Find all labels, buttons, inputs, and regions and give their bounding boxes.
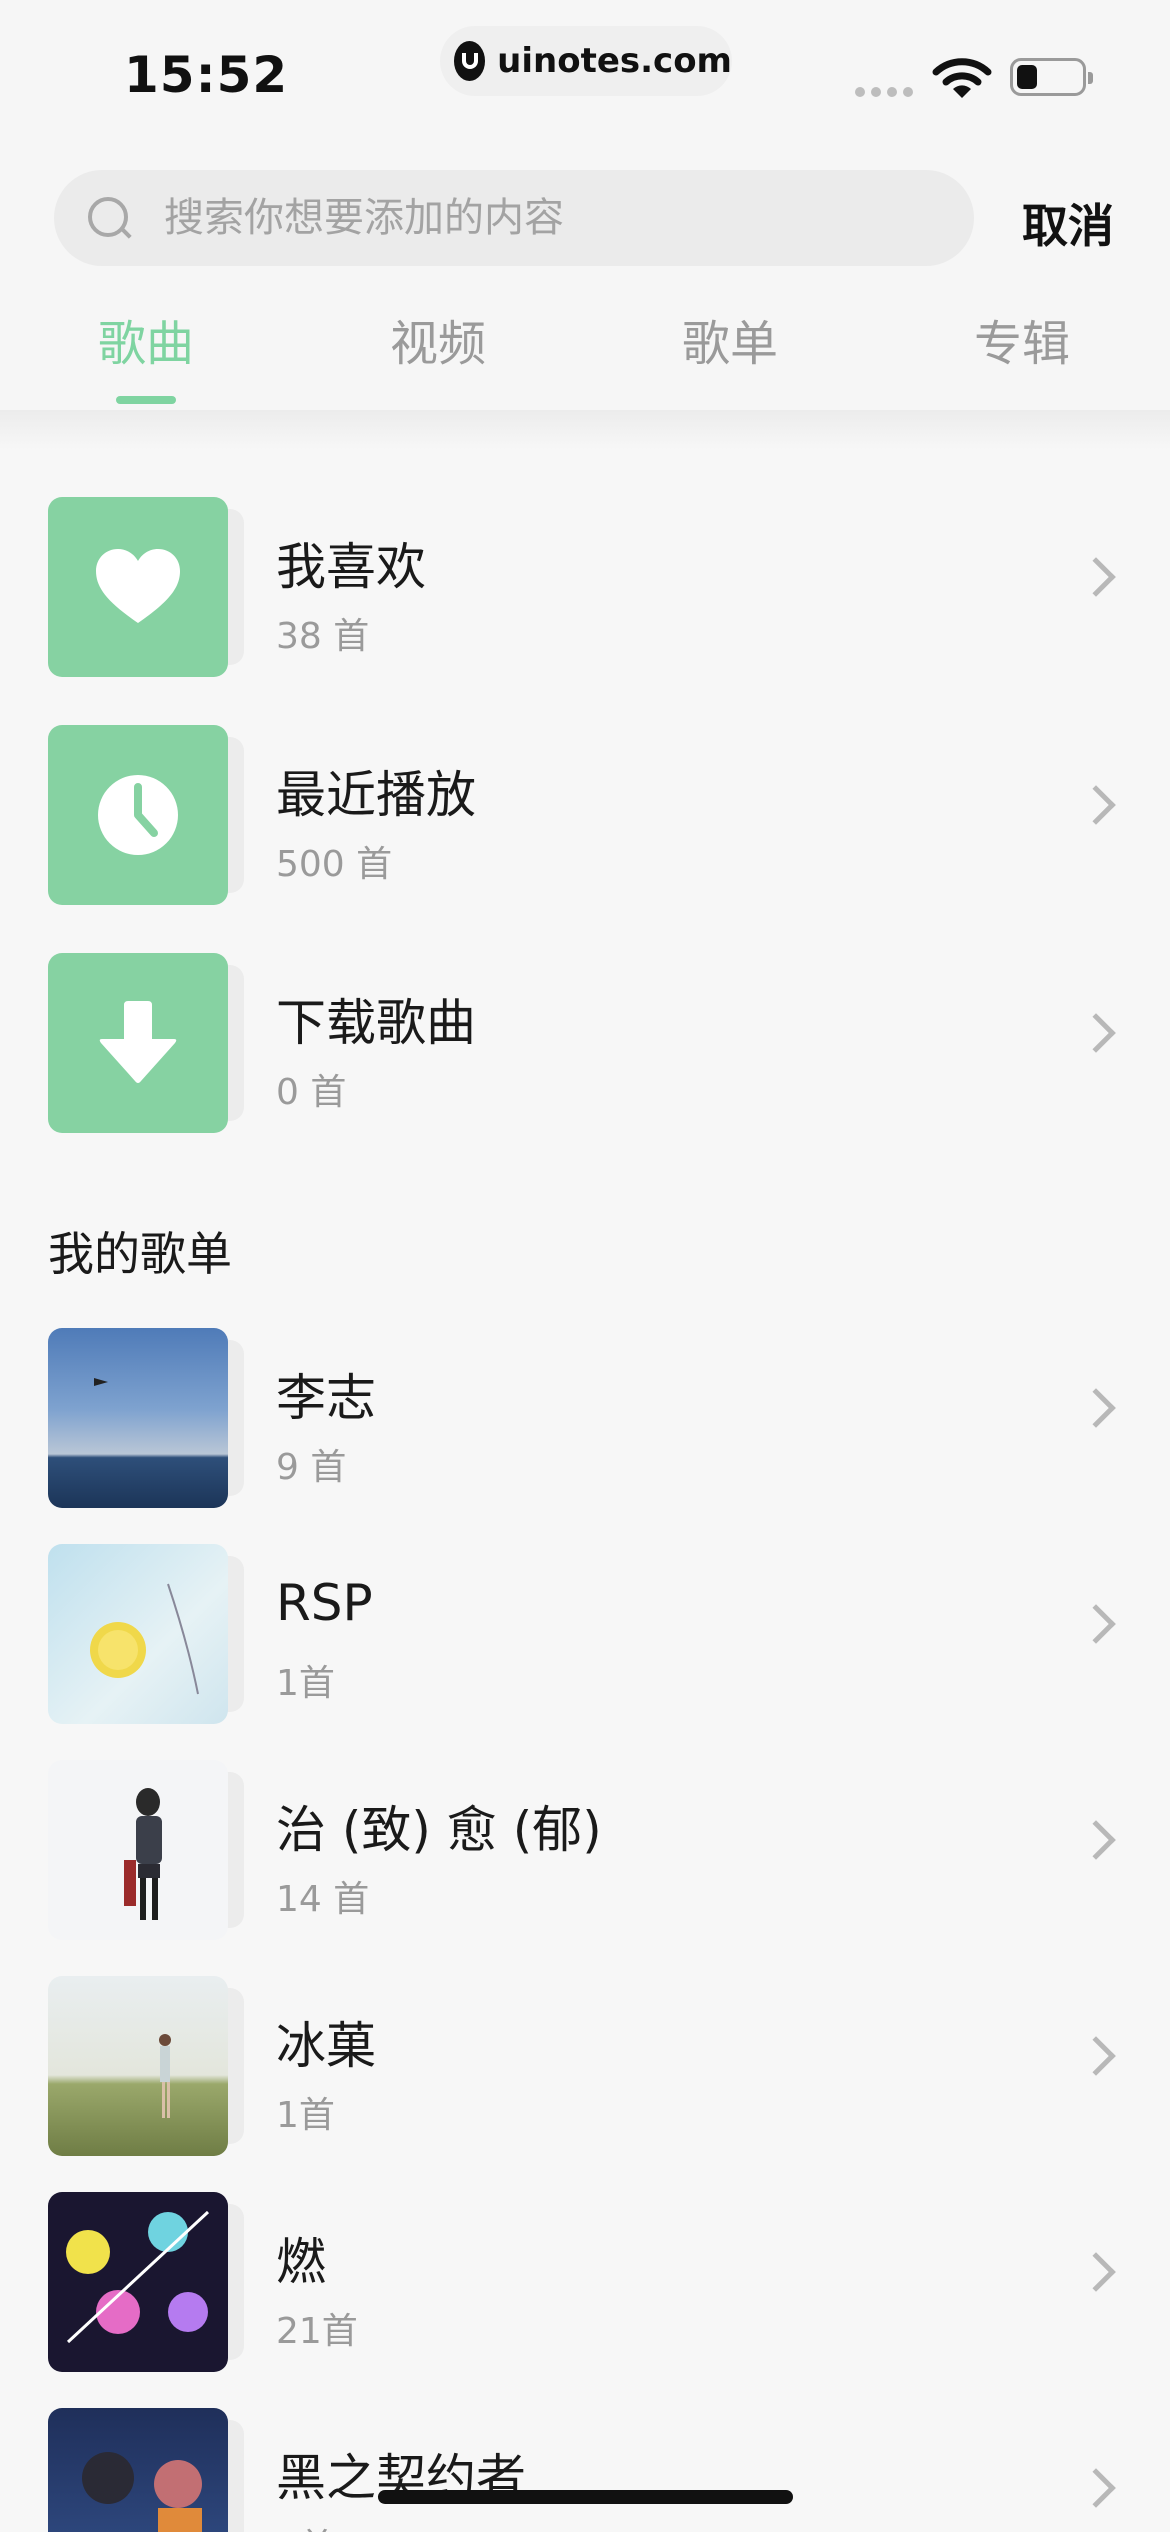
home-indicator[interactable] (378, 2490, 793, 2504)
playlist-count: 1首 (276, 2518, 335, 2532)
playlist-title: 李志 (276, 1369, 376, 1427)
chevron-right-icon (1076, 2468, 1116, 2508)
wifi-icon (932, 58, 992, 98)
tile-wrap (48, 725, 246, 905)
playlist-count: 9 首 (276, 1447, 347, 1488)
cover-wrap (48, 1760, 246, 1940)
chevron-right-icon (1076, 1388, 1116, 1428)
list-item-liked[interactable]: 我喜欢 38 首 (0, 497, 1170, 677)
cover-wrap (48, 1544, 246, 1724)
signal-icon (855, 87, 913, 97)
active-tab-indicator (116, 396, 176, 404)
anime-characters-cover (48, 2408, 228, 2532)
item-count: 500 首 (276, 844, 393, 885)
chevron-right-icon (1076, 1820, 1116, 1860)
header-divider (0, 410, 1170, 450)
item-title: 最近播放 (276, 766, 476, 824)
download-icon (48, 953, 228, 1133)
cover-wrap (48, 2408, 246, 2532)
playlist-count: 1首 (276, 1663, 335, 1704)
chevron-right-icon (1076, 557, 1116, 597)
playlist-title: 治 (致) 愈 (郁) (276, 1801, 602, 1859)
item-title: 下载歌曲 (276, 994, 476, 1052)
playlist-title: RSP (276, 1574, 373, 1632)
chevron-right-icon (1076, 2252, 1116, 2292)
field-girl-cover (48, 1976, 228, 2156)
tab-albums[interactable]: 专辑 (876, 304, 1168, 374)
chevron-right-icon (1076, 785, 1116, 825)
chevron-right-icon (1076, 1604, 1116, 1644)
clock-icon (48, 725, 228, 905)
site-logo-icon (454, 41, 486, 81)
playlist-title: 燃 (276, 2233, 326, 2291)
search-input[interactable] (164, 195, 944, 241)
playlist-item[interactable]: 冰菓 1首 (0, 1976, 1170, 2156)
tab-bar: 歌曲 视频 歌单 专辑 (0, 304, 1170, 410)
url-pill[interactable]: uinotes.com (440, 26, 732, 96)
header: 取消 歌曲 视频 歌单 专辑 (0, 140, 1170, 410)
item-count: 38 首 (276, 616, 370, 657)
cancel-button[interactable]: 取消 (1022, 190, 1114, 256)
anime-group-cover (48, 2192, 228, 2372)
cover-wrap (48, 1976, 246, 2156)
item-count: 0 首 (276, 1072, 347, 1113)
sun-illustration-cover (48, 1544, 228, 1724)
tab-playlists[interactable]: 歌单 (584, 304, 876, 374)
battery-icon (1010, 58, 1093, 96)
playlist-title: 冰菓 (276, 2017, 376, 2075)
section-title-my-playlists: 我的歌单 (48, 1227, 232, 1281)
playlist-count: 1首 (276, 2095, 335, 2136)
tile-wrap (48, 497, 246, 677)
tile-wrap (48, 953, 246, 1133)
tab-songs[interactable]: 歌曲 (0, 304, 292, 374)
search-icon (84, 193, 134, 243)
sea-sky-cover (48, 1328, 228, 1508)
cover-wrap (48, 2192, 246, 2372)
playlist-count: 21首 (276, 2311, 358, 2352)
item-title: 我喜欢 (276, 538, 426, 596)
url-text: uinotes.com (497, 41, 732, 81)
list-item-downloads[interactable]: 下载歌曲 0 首 (0, 953, 1170, 1133)
playlist-count: 14 首 (276, 1879, 370, 1920)
playlist-item[interactable]: 治 (致) 愈 (郁) 14 首 (0, 1760, 1170, 1940)
chevron-right-icon (1076, 2036, 1116, 2076)
list-item-recent[interactable]: 最近播放 500 首 (0, 725, 1170, 905)
status-bar: 15:52 uinotes.com (0, 0, 1170, 140)
search-bar[interactable] (54, 170, 974, 266)
playlist-item[interactable]: 李志 9 首 (0, 1328, 1170, 1508)
chevron-right-icon (1076, 1013, 1116, 1053)
playlist-item[interactable]: 黑之契约者 1首 (0, 2408, 1170, 2532)
playlist-item[interactable]: RSP 1首 (0, 1544, 1170, 1724)
status-time: 15:52 (124, 46, 289, 104)
heart-icon (48, 497, 228, 677)
playlist-item[interactable]: 燃 21首 (0, 2192, 1170, 2372)
girl-portrait-cover (48, 1760, 228, 1940)
cover-wrap (48, 1328, 246, 1508)
tab-videos[interactable]: 视频 (292, 304, 584, 374)
